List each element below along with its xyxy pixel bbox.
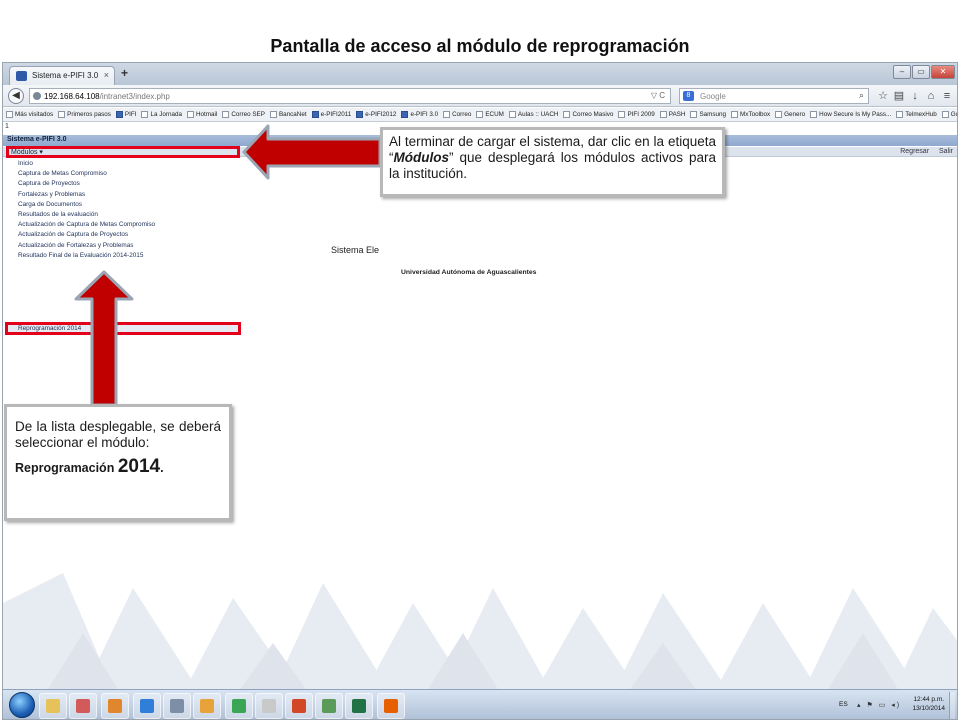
callout-module-label: Reprogramación [15,461,118,475]
callout-bottom-module: Reprogramación 2014. [15,456,221,477]
callout-module-year: 2014 [117,456,161,477]
up-arrow [74,270,134,407]
annotation-arrows [74,124,382,407]
callout-select-instruction: De la lista desplegable, se deberá selec… [4,404,232,521]
callout-top-emphasis: Módulos [393,150,450,165]
slide: Pantalla de acceso al módulo de reprogra… [0,0,960,720]
callout-bottom-text: De la lista desplegable, se deberá selec… [15,419,221,450]
callout-modules-instruction: Al terminar de cargar el sistema, dar cl… [380,127,725,197]
left-arrow [242,124,382,180]
callout-module-period: . [160,461,164,475]
